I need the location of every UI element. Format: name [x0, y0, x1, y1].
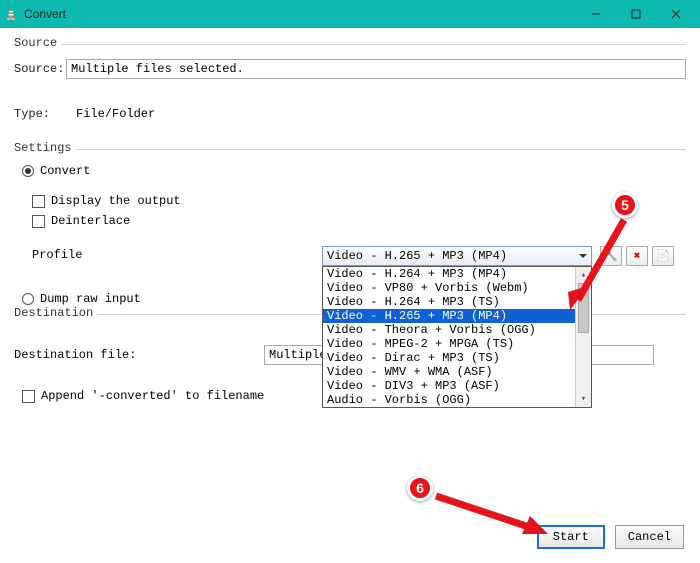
start-button[interactable]: Start — [537, 525, 605, 549]
source-fieldset: Source Source: Type: File/Folder — [14, 44, 686, 121]
deinterlace-checkbox[interactable]: Deinterlace — [32, 214, 686, 228]
edit-profile-button[interactable]: 🔧 — [600, 246, 622, 266]
close-button[interactable] — [656, 0, 696, 28]
maximize-button[interactable] — [616, 0, 656, 28]
dump-radio-label: Dump raw input — [40, 292, 141, 306]
profile-dropdown: Video - H.264 + MP3 (MP4)Video - VP80 + … — [322, 266, 592, 408]
scroll-thumb[interactable] — [578, 283, 589, 333]
new-profile-icon: 📄 — [656, 249, 670, 263]
profile-option[interactable]: Video - DIV3 + MP3 (ASF) — [323, 379, 591, 393]
vlc-icon — [4, 7, 18, 21]
destination-legend: Destination — [14, 306, 97, 320]
minimize-button[interactable] — [576, 0, 616, 28]
profile-option[interactable]: Video - MPEG-2 + MPGA (TS) — [323, 337, 591, 351]
display-output-label: Display the output — [51, 194, 181, 208]
annotation-badge-6: 6 — [407, 475, 433, 501]
scroll-up-icon[interactable]: ▴ — [576, 267, 591, 283]
delete-profile-button[interactable]: ✖ — [626, 246, 648, 266]
annotation-arrow-6 — [432, 490, 552, 538]
wrench-icon: 🔧 — [604, 249, 618, 263]
scrollbar[interactable]: ▴ ▾ — [575, 267, 591, 407]
settings-fieldset: Settings Convert Display the output Dein… — [14, 149, 686, 306]
profile-option[interactable]: Video - Theora + Vorbis (OGG) — [323, 323, 591, 337]
source-label: Source: — [14, 62, 66, 76]
destination-file-label: Destination file: — [14, 348, 264, 362]
deinterlace-label: Deinterlace — [51, 214, 130, 228]
profile-select[interactable]: Video - H.265 + MP3 (MP4) Video - H.264 … — [322, 246, 592, 266]
cancel-button[interactable]: Cancel — [615, 525, 684, 549]
radio-icon — [22, 165, 34, 177]
profile-option[interactable]: Audio - Vorbis (OGG) — [323, 393, 591, 407]
type-label: Type: — [14, 107, 66, 121]
profile-option[interactable]: Video - VP80 + Vorbis (Webm) — [323, 281, 591, 295]
append-converted-label: Append '-converted' to filename — [41, 389, 264, 403]
radio-icon — [22, 293, 34, 305]
profile-option[interactable]: Video - H.264 + MP3 (MP4) — [323, 267, 591, 281]
checkbox-icon — [32, 215, 45, 228]
titlebar: Convert — [0, 0, 700, 28]
profile-option[interactable]: Video - H.264 + MP3 (TS) — [323, 295, 591, 309]
delete-icon: ✖ — [634, 249, 641, 263]
profile-option[interactable]: Video - WMV + WMA (ASF) — [323, 365, 591, 379]
profile-select-head[interactable]: Video - H.265 + MP3 (MP4) — [322, 246, 592, 266]
display-output-checkbox[interactable]: Display the output — [32, 194, 686, 208]
checkbox-icon — [32, 195, 45, 208]
scroll-down-icon[interactable]: ▾ — [576, 391, 591, 407]
type-value: File/Folder — [76, 107, 155, 121]
convert-radio-label: Convert — [40, 164, 90, 178]
source-input[interactable] — [66, 59, 686, 79]
source-legend: Source — [14, 36, 61, 50]
new-profile-button[interactable]: 📄 — [652, 246, 674, 266]
window-title: Convert — [24, 7, 576, 21]
profile-option[interactable]: Video - Dirac + MP3 (TS) — [323, 351, 591, 365]
checkbox-icon — [22, 390, 35, 403]
annotation-badge-5: 5 — [612, 192, 638, 218]
profile-option[interactable]: Video - H.265 + MP3 (MP4) — [323, 309, 591, 323]
convert-radio[interactable]: Convert — [22, 164, 686, 178]
profile-label: Profile — [32, 246, 322, 262]
settings-legend: Settings — [14, 141, 76, 155]
